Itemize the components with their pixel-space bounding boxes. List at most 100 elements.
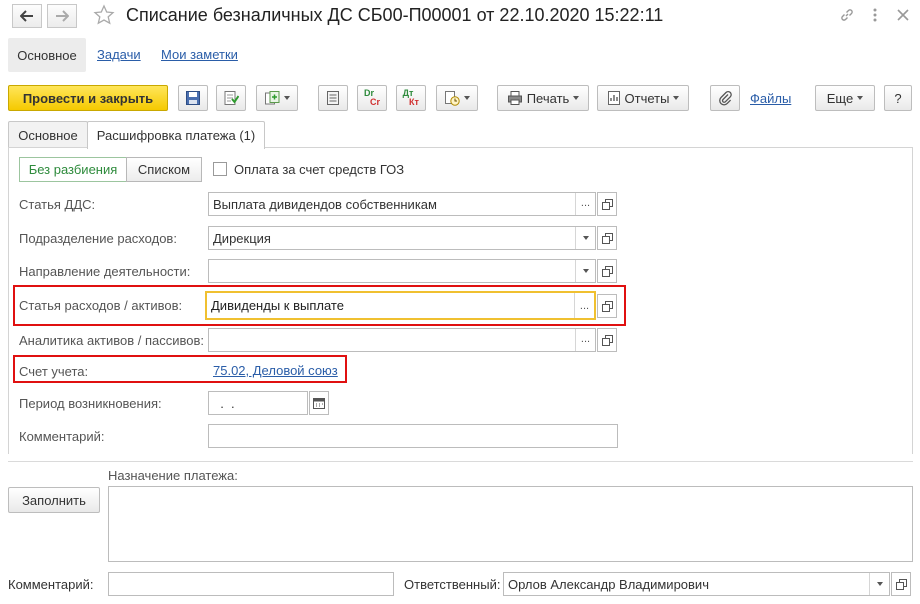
period-value: . .: [213, 395, 235, 411]
tab-payment-breakdown[interactable]: Расшифровка платежа (1): [87, 121, 265, 149]
create-based-on-icon: [264, 90, 280, 106]
post-button[interactable]: [216, 85, 246, 111]
open-responsible-button[interactable]: [891, 572, 911, 596]
select-ellipsis-button[interactable]: ...: [574, 293, 594, 318]
chevron-down-icon: [673, 96, 680, 100]
forward-button[interactable]: [47, 4, 77, 28]
printer-icon: [507, 90, 523, 106]
cr-label: Cr: [369, 97, 380, 107]
department-field[interactable]: Дирекция: [208, 226, 596, 250]
dropdown-button[interactable]: [575, 260, 595, 282]
tab-main[interactable]: Основное: [8, 121, 88, 148]
chevron-down-icon: [876, 582, 883, 586]
chevron-down-icon: [464, 96, 470, 100]
expense-item-label: Статья расходов / активов:: [19, 298, 183, 313]
open-cash-flow-item-button[interactable]: [597, 192, 617, 216]
panel-comment-field[interactable]: [208, 424, 618, 448]
calendar-icon: [313, 397, 325, 409]
goz-checkbox[interactable]: [213, 162, 227, 176]
history-button[interactable]: [436, 85, 478, 111]
document-journal-button[interactable]: [318, 85, 348, 111]
calendar-button[interactable]: [309, 391, 329, 415]
comment-label: Комментарий:: [8, 577, 94, 592]
paperclip-icon: [718, 90, 732, 106]
chevron-down-icon: [582, 236, 589, 240]
subnav-main[interactable]: Основное: [8, 38, 86, 72]
create-based-on-button[interactable]: [256, 85, 298, 111]
cash-flow-item-field[interactable]: Выплата дивидендов собственникам ...: [208, 192, 596, 216]
responsible-field[interactable]: Орлов Александр Владимирович: [503, 572, 890, 596]
arrow-right-icon: [55, 10, 69, 22]
more-label: Еще: [826, 90, 854, 106]
period-field[interactable]: . .: [208, 391, 308, 415]
account-link[interactable]: 75.02, Деловой союз: [213, 363, 338, 378]
open-window-icon: [601, 265, 613, 277]
open-window-icon: [601, 198, 613, 210]
files-link[interactable]: Файлы: [750, 91, 791, 106]
select-ellipsis-button[interactable]: ...: [575, 193, 595, 215]
cash-flow-item-label: Статья ДДС:: [19, 197, 96, 212]
dropdown-button[interactable]: [869, 573, 889, 595]
expense-item-value: Дивиденды к выплате: [211, 298, 344, 313]
subnav-tasks-link[interactable]: Задачи: [97, 47, 141, 62]
analytics-field[interactable]: ...: [208, 328, 596, 352]
analytics-label: Аналитика активов / пассивов:: [19, 333, 205, 348]
document-clock-icon: [444, 90, 460, 106]
reports-label: Отчеты: [624, 90, 670, 106]
select-ellipsis-button[interactable]: ...: [575, 329, 595, 351]
open-analytics-button[interactable]: [597, 328, 617, 352]
chevron-down-icon: [857, 96, 864, 100]
period-label: Период возникновения:: [19, 396, 162, 411]
attach-button[interactable]: [710, 85, 740, 111]
journal-list-icon: [326, 90, 340, 106]
open-activity-direction-button[interactable]: [597, 259, 617, 283]
page-title: Списание безналичных ДС СБ00-П00001 от 2…: [126, 5, 664, 25]
post-document-icon: [223, 90, 239, 106]
segment-list[interactable]: Списком: [126, 157, 202, 182]
back-button[interactable]: [12, 4, 42, 28]
arrow-left-icon: [20, 10, 34, 22]
post-and-close-button[interactable]: Провести и закрыть: [8, 85, 168, 111]
print-button[interactable]: Печать: [497, 85, 589, 111]
responsible-value: Орлов Александр Владимирович: [508, 576, 709, 592]
purpose-label: Назначение платежа:: [108, 468, 238, 483]
dr-cr-postings-button[interactable]: Dr Cr: [357, 85, 387, 111]
close-icon[interactable]: [894, 6, 912, 24]
link-icon[interactable]: [838, 6, 856, 24]
expense-item-field[interactable]: Дивиденды к выплате ...: [205, 291, 596, 320]
cash-flow-item-value: Выплата дивидендов собственникам: [213, 196, 437, 212]
more-button[interactable]: Еще: [815, 85, 875, 111]
reports-icon: [607, 90, 621, 106]
save-icon: [185, 90, 201, 106]
responsible-label: Ответственный:: [404, 577, 501, 592]
reports-button[interactable]: Отчеты: [597, 85, 689, 111]
open-window-icon: [601, 334, 613, 346]
fill-button[interactable]: Заполнить: [8, 487, 100, 513]
save-button[interactable]: [178, 85, 208, 111]
activity-direction-field[interactable]: [208, 259, 596, 283]
print-label: Печать: [526, 90, 570, 106]
panel-comment-label: Комментарий:: [19, 429, 105, 444]
segment-no-split[interactable]: Без разбиения: [19, 157, 127, 182]
account-label: Счет учета:: [19, 364, 89, 379]
goz-checkbox-label: Оплата за счет средств ГОЗ: [234, 162, 405, 177]
favorite-star-icon[interactable]: [93, 4, 115, 26]
kt-label: Кт: [409, 97, 419, 107]
subnav-notes-link[interactable]: Мои заметки: [161, 47, 238, 62]
comment-field[interactable]: [108, 572, 394, 596]
chevron-down-icon: [284, 96, 290, 100]
dt-kt-postings-button[interactable]: Дт Кт: [396, 85, 426, 111]
open-department-button[interactable]: [597, 226, 617, 250]
purpose-textarea[interactable]: [108, 486, 913, 562]
department-value: Дирекция: [213, 230, 271, 246]
help-button[interactable]: ?: [884, 85, 912, 111]
open-expense-item-button[interactable]: [597, 294, 617, 318]
chevron-down-icon: [582, 269, 589, 273]
dropdown-button[interactable]: [575, 227, 595, 249]
open-window-icon: [601, 300, 613, 312]
purpose-value: [109, 487, 912, 491]
open-window-icon: [601, 232, 613, 244]
open-window-icon: [895, 578, 907, 590]
activity-direction-label: Направление деятельности:: [19, 264, 191, 279]
more-vertical-icon[interactable]: [866, 6, 884, 24]
